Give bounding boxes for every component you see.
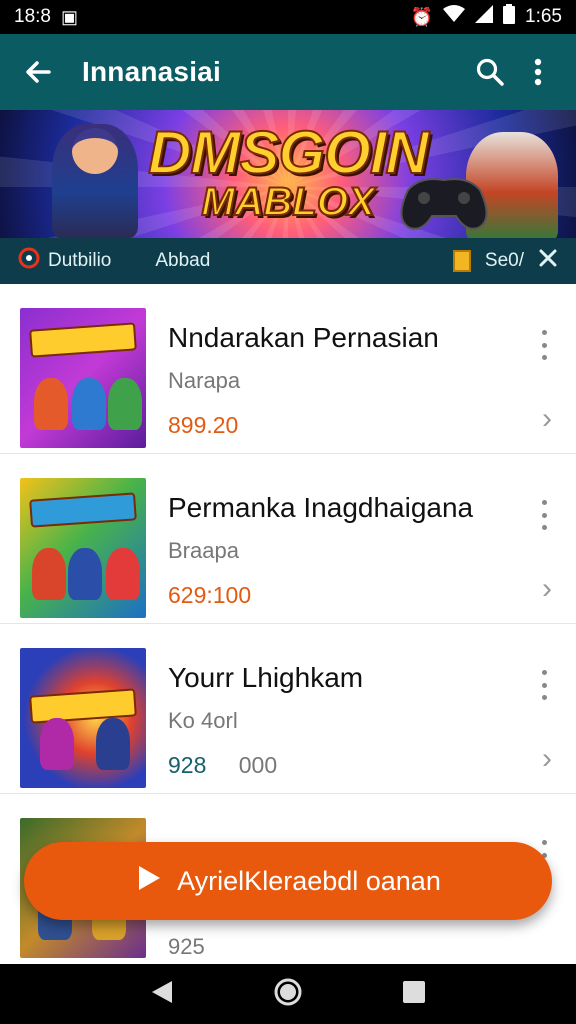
nav-home-icon[interactable] xyxy=(273,977,303,1012)
chevron-right-icon[interactable]: › xyxy=(542,402,552,436)
item-price: 629:100 xyxy=(168,582,252,608)
banner-title-line1: DMSGOIN xyxy=(147,118,430,187)
system-nav-bar xyxy=(0,964,576,1024)
item-price-main: 928 xyxy=(168,752,207,778)
list-item[interactable]: Yourr Lhighkam Ko 4orl 928 000 › xyxy=(0,624,576,794)
wifi-icon xyxy=(443,5,466,29)
item-title: Permanka Inagdhaigana xyxy=(168,492,474,523)
item-subtitle: 925 xyxy=(168,934,205,959)
list-item[interactable]: Permanka Inagdhaigana Braapa 629:100 › xyxy=(0,454,576,624)
play-icon xyxy=(135,863,163,900)
notification-icon: ▣ xyxy=(60,7,78,27)
item-subtitle: Narapa xyxy=(168,368,241,393)
item-thumbnail xyxy=(20,648,146,788)
promo-banner[interactable]: DMSGOIN MABLOX xyxy=(0,110,576,238)
item-thumbnail xyxy=(20,478,146,618)
fab-label: AyrielKleraebdl oanan xyxy=(177,865,441,896)
nav-back-icon[interactable] xyxy=(150,979,174,1010)
item-price: 928 000 xyxy=(168,752,277,779)
more-vert-icon[interactable] xyxy=(534,330,554,360)
page-title: Innanasiai xyxy=(82,56,221,87)
item-subtitle: Ko 4orl xyxy=(168,708,238,733)
status-bar: 18:8 ▣ ⏰ 1:65 xyxy=(0,0,576,34)
item-thumbnail xyxy=(20,308,146,448)
play-action-button[interactable]: AyrielKleraebdl oanan xyxy=(24,842,552,920)
app-bar: Innanasiai xyxy=(0,34,576,110)
chevron-right-icon[interactable]: › xyxy=(542,742,552,776)
more-vert-icon[interactable] xyxy=(514,48,562,96)
chevron-right-icon[interactable]: › xyxy=(542,572,552,606)
chip-dutbilio[interactable]: Dutbilio xyxy=(18,247,111,275)
item-title: Yourr Lhighkam xyxy=(168,662,364,693)
status-time-right: 1:65 xyxy=(525,6,562,27)
chip-label: Abbad xyxy=(155,250,211,271)
chip-label-right[interactable]: Se0/ xyxy=(485,250,524,272)
more-vert-icon[interactable] xyxy=(534,500,554,530)
bookmark-icon[interactable] xyxy=(452,250,471,272)
item-title: Nndarakan Pernasian xyxy=(168,322,439,353)
chip-abbad[interactable]: Abbad xyxy=(155,250,210,272)
item-price: 899.20 xyxy=(168,412,239,438)
battery-icon xyxy=(503,4,516,30)
nav-recents-icon[interactable] xyxy=(402,980,426,1009)
banner-title-line2: MABLOX xyxy=(200,179,375,225)
signal-icon xyxy=(475,5,494,29)
more-vert-icon[interactable] xyxy=(534,670,554,700)
close-icon[interactable] xyxy=(538,248,558,274)
chip-label: Dutbilio xyxy=(48,250,112,271)
record-icon xyxy=(18,247,40,275)
item-subtitle: Braapa xyxy=(168,538,239,563)
search-icon[interactable] xyxy=(466,48,514,96)
status-time-left: 18:8 xyxy=(14,6,51,27)
list-item[interactable]: Nndarakan Pernasian Narapa 899.20 › xyxy=(0,284,576,454)
filter-chip-row: Dutbilio Abbad Se0/ xyxy=(0,238,576,284)
item-price-extra: 000 xyxy=(238,752,278,778)
back-arrow-icon[interactable] xyxy=(14,48,62,96)
alarm-icon: ⏰ xyxy=(410,7,434,27)
